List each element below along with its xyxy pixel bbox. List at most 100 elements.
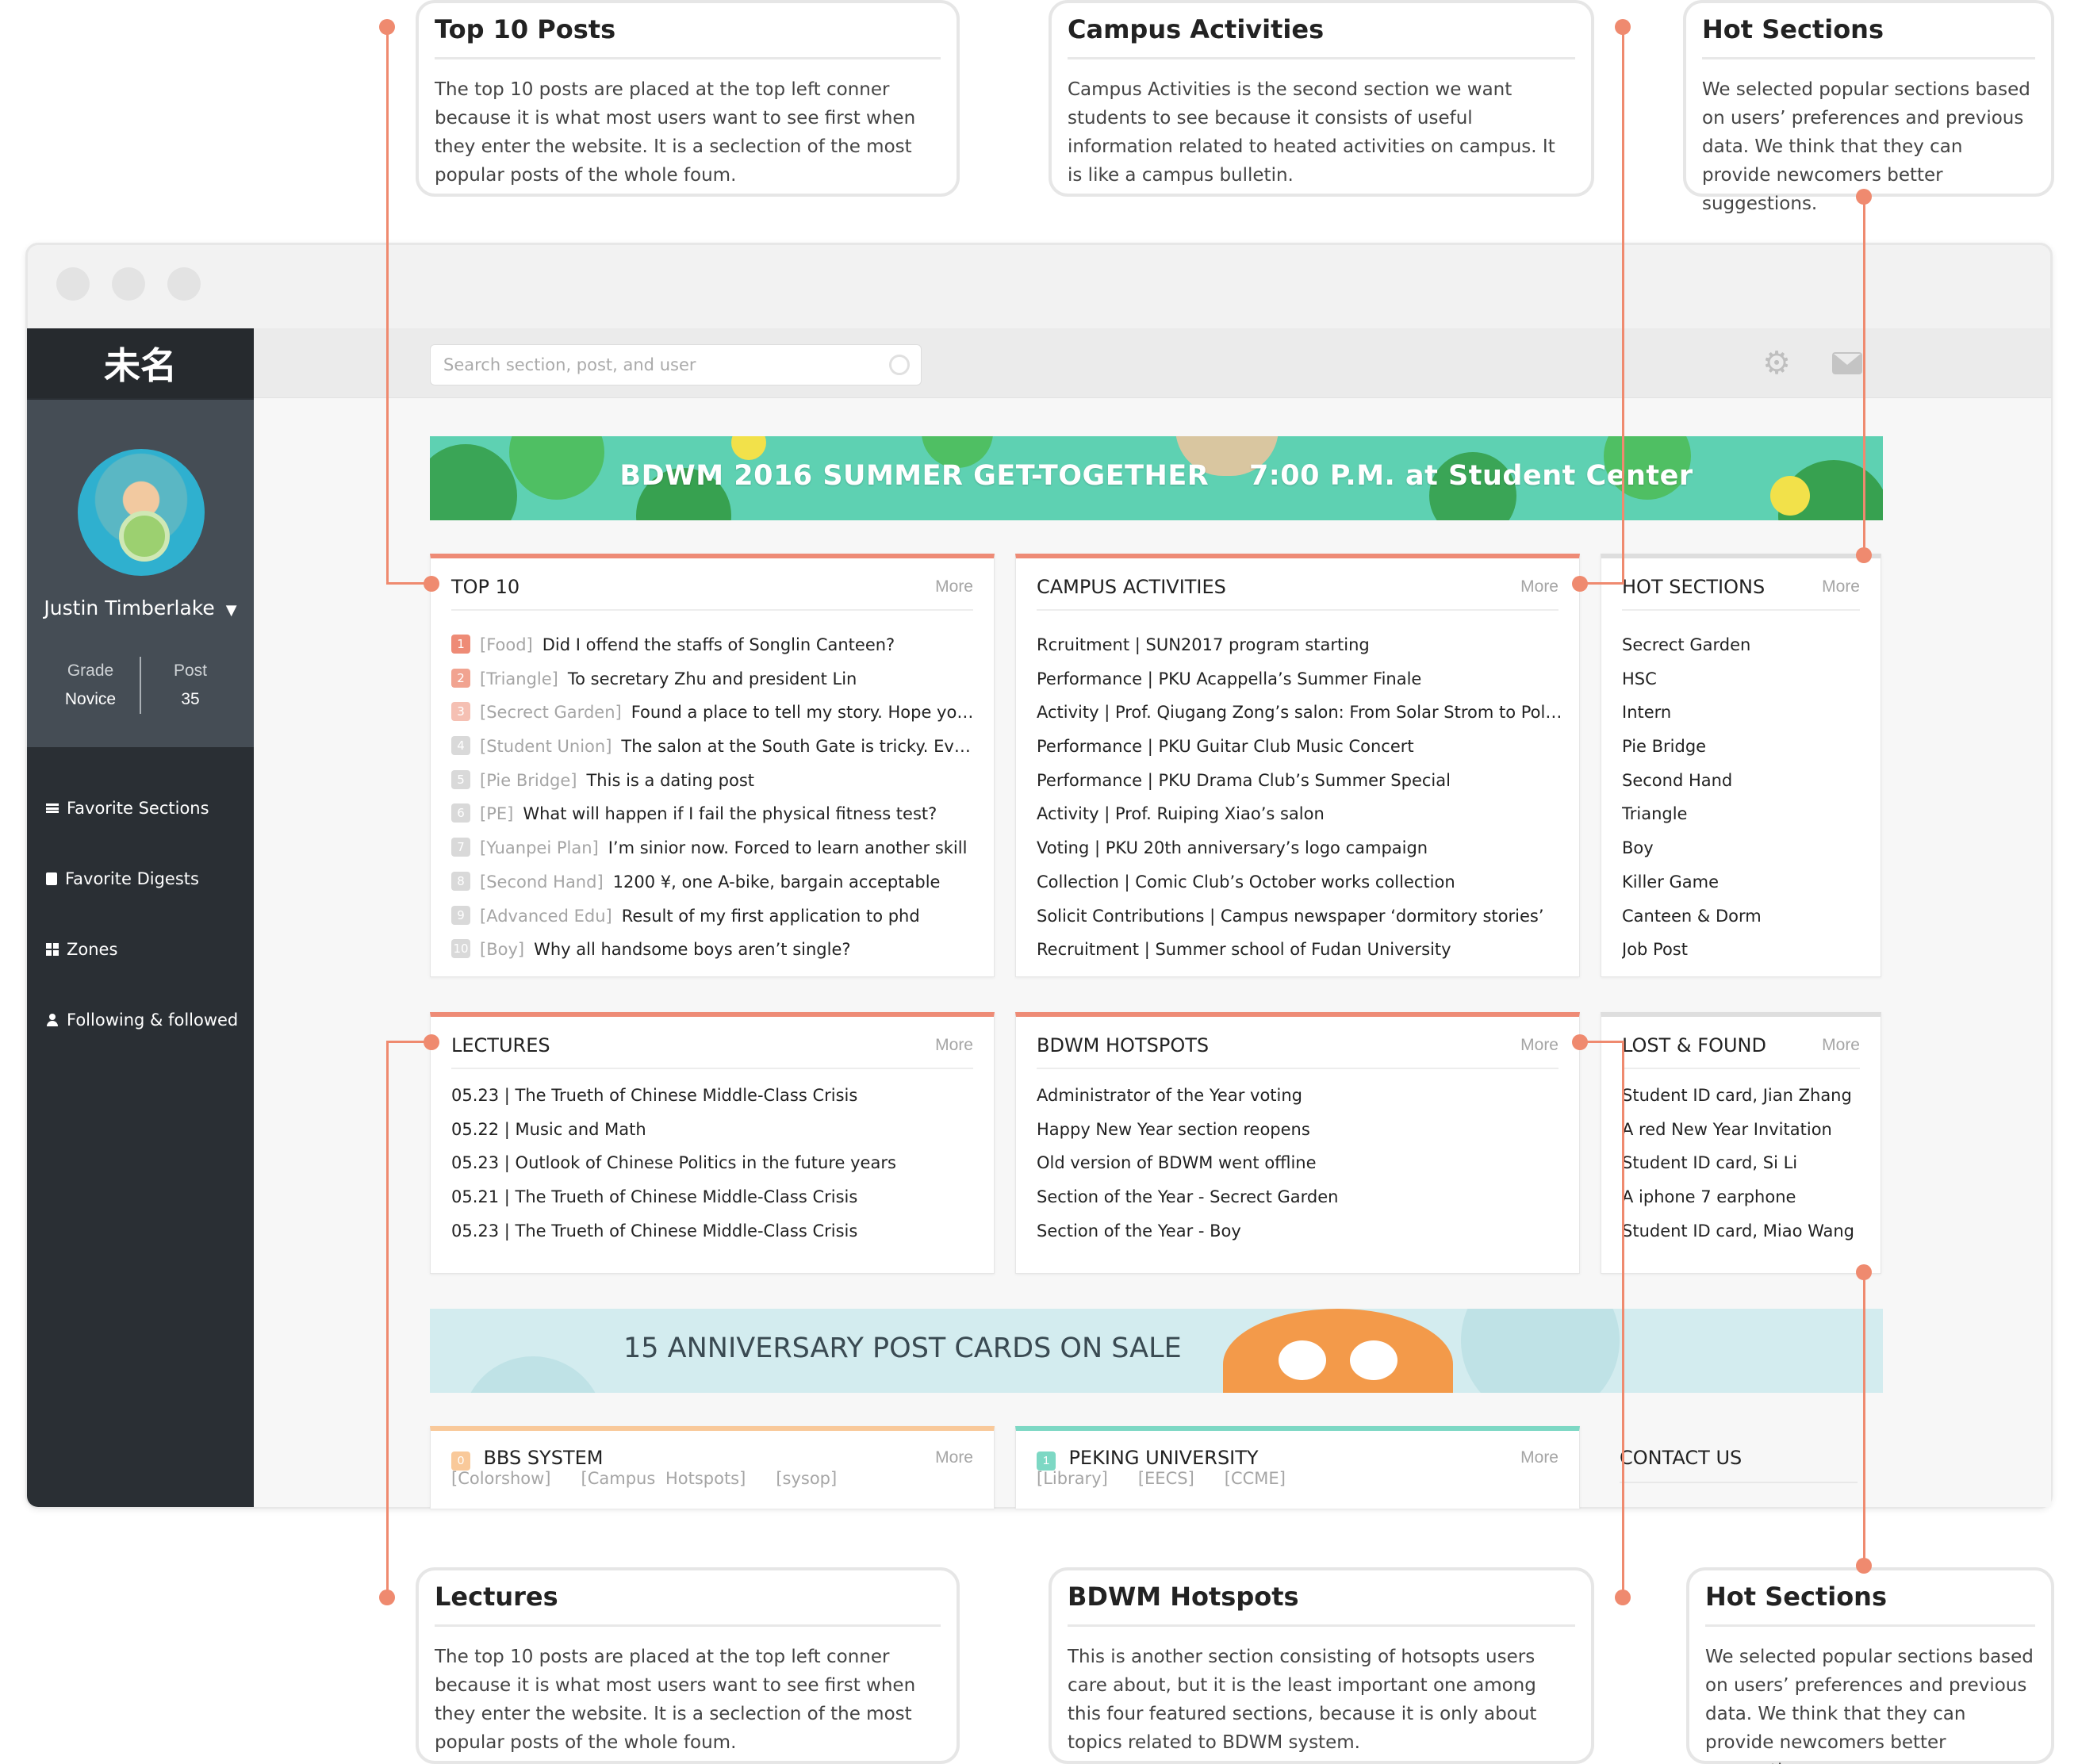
search-icon[interactable] xyxy=(889,355,910,375)
gear-icon[interactable]: ⚙ xyxy=(1761,347,1792,379)
section-tag[interactable]: [Triangle] xyxy=(480,669,558,688)
hot-section-item[interactable]: Boy xyxy=(1622,831,1865,865)
campus-item[interactable]: Recruitment | Summer school of Fudan Uni… xyxy=(1037,933,1563,967)
hotspot-item[interactable]: Old version of BDWM went offline xyxy=(1037,1146,1563,1180)
bbs-links[interactable]: [Colorshow] [Campus Hotspots] [sysop] xyxy=(451,1469,837,1488)
hot-section-item[interactable]: Killer Game xyxy=(1622,865,1865,899)
site-logo[interactable]: 未名 xyxy=(27,328,254,398)
hotspot-item[interactable]: Section of the Year - Secrect Garden xyxy=(1037,1180,1563,1214)
hotspot-item[interactable]: Administrator of the Year voting xyxy=(1037,1079,1563,1113)
campus-item[interactable]: Activity | Prof. Qiugang Zong’s salon: F… xyxy=(1037,696,1563,730)
post-title[interactable]: What will happen if I fail the physical … xyxy=(523,804,937,823)
campus-item[interactable]: Collection | Comic Club’s October works … xyxy=(1037,865,1563,899)
section-tag[interactable]: [Student Union] xyxy=(480,737,612,756)
post-title[interactable]: Did I offend the staffs of Songlin Cante… xyxy=(543,635,895,654)
post-title[interactable]: I’m sinior now. Forced to learn another … xyxy=(608,838,968,857)
hotspot-item[interactable]: Section of the Year - Boy xyxy=(1037,1214,1563,1248)
lost-found-item[interactable]: A red New Year Invitation xyxy=(1622,1113,1865,1147)
mail-icon[interactable] xyxy=(1832,352,1862,374)
window-maximize-button[interactable] xyxy=(167,267,201,301)
lost-found-item[interactable]: Student ID card, Jian Zhang xyxy=(1622,1079,1865,1113)
lost-found-item[interactable]: A iphone 7 earphone xyxy=(1622,1180,1865,1214)
section-tag[interactable]: [Yuanpei Plan] xyxy=(480,838,599,857)
top10-item[interactable]: 1 [Food] Did I offend the staffs of Songli… xyxy=(451,628,978,662)
more-link[interactable]: More xyxy=(1822,1031,1860,1060)
post-title[interactable]: The salon at the South Gate is tricky. E… xyxy=(621,737,978,756)
section-tag[interactable]: [Advanced Edu] xyxy=(480,907,612,926)
section-tag[interactable]: [Food] xyxy=(480,635,533,654)
top10-item[interactable]: 3 [Secrect Garden] Found a place to tell m… xyxy=(451,696,978,730)
window-close-button[interactable] xyxy=(56,267,90,301)
sidebar-item-following[interactable]: Following & followed xyxy=(27,984,254,1055)
contact-us[interactable]: CONTACT US xyxy=(1620,1444,1858,1483)
panel-title: BDWM HOTSPOTS xyxy=(1037,1034,1210,1056)
hot-section-item[interactable]: Job Post xyxy=(1622,933,1865,967)
top10-item[interactable]: 10 [Boy] Why all handsome boys aren’t sing… xyxy=(451,933,978,967)
user-name-dropdown[interactable]: Justin Timberlake ▼ xyxy=(27,596,254,619)
post-title[interactable]: This is a dating post xyxy=(586,771,754,790)
campus-item[interactable]: Rcruitment | SUN2017 program starting xyxy=(1037,628,1563,662)
avatar[interactable] xyxy=(78,449,205,576)
lost-found-item[interactable]: Student ID card, Miao Wang xyxy=(1622,1214,1865,1248)
top10-item[interactable]: 6 [PE] What will happen if I fail the phys… xyxy=(451,797,978,831)
bdwm-hotspots-panel: BDWM HOTSPOTS More Administrator of the … xyxy=(1015,1012,1580,1274)
post-title[interactable]: Why all handsome boys aren’t single? xyxy=(534,940,850,959)
campus-item[interactable]: Performance | PKU Guitar Club Music Conc… xyxy=(1037,730,1563,764)
hot-section-item[interactable]: Intern xyxy=(1622,696,1865,730)
section-tag[interactable]: [Second Hand] xyxy=(480,872,604,892)
section-tag[interactable]: [Boy] xyxy=(480,940,524,959)
top10-item[interactable]: 5 [Pie Bridge] This is a dating post xyxy=(451,764,978,798)
hot-section-item[interactable]: Second Hand xyxy=(1622,764,1865,798)
section-tag[interactable]: [Secrect Garden] xyxy=(480,703,622,722)
lecture-item[interactable]: 05.22 | Music and Math xyxy=(451,1113,978,1147)
lost-found-item[interactable]: Student ID card, Si Li xyxy=(1622,1146,1865,1180)
lecture-item[interactable]: 05.23 | The Trueth of Chinese Middle-Cla… xyxy=(451,1079,978,1113)
section-tag[interactable]: [Pie Bridge] xyxy=(480,771,577,790)
more-link[interactable]: More xyxy=(1520,573,1558,601)
more-link[interactable]: More xyxy=(1520,1031,1558,1060)
hot-section-item[interactable]: Canteen & Dorm xyxy=(1622,899,1865,934)
top10-item[interactable]: 2 [Triangle] To secretary Zhu and presiden… xyxy=(451,662,978,696)
lecture-item[interactable]: 05.21 | The Trueth of Chinese Middle-Cla… xyxy=(451,1180,978,1214)
hot-section-item[interactable]: HSC xyxy=(1622,662,1865,696)
panel-header: CAMPUS ACTIVITIES More xyxy=(1037,573,1558,611)
hot-section-item[interactable]: Secrect Garden xyxy=(1622,628,1865,662)
hot-section-item[interactable]: Triangle xyxy=(1622,797,1865,831)
panel-header: LOST & FOUND More xyxy=(1622,1031,1860,1069)
top10-item[interactable]: 9 [Advanced Edu] Result of my first applic… xyxy=(451,899,978,934)
hot-section-item[interactable]: Pie Bridge xyxy=(1622,730,1865,764)
sidebar-item-favorite-digests[interactable]: Favorite Digests xyxy=(27,843,254,914)
lecture-item[interactable]: 05.23 | Outlook of Chinese Politics in t… xyxy=(451,1146,978,1180)
section-tag[interactable]: [PE] xyxy=(480,804,513,823)
pku-links[interactable]: [Library] [EECS] [CCME] xyxy=(1037,1469,1286,1488)
post-title[interactable]: Result of my first application to phd xyxy=(622,907,920,926)
lecture-item[interactable]: 05.23 | The Trueth of Chinese Middle-Cla… xyxy=(451,1214,978,1248)
more-link[interactable]: More xyxy=(935,1031,973,1060)
post-title[interactable]: Found a place to tell my story. Hope you… xyxy=(631,703,978,722)
top10-item[interactable]: 4 [Student Union] The salon at the South G… xyxy=(451,730,978,764)
post-title[interactable]: 1200 ¥, one A-bike, bargain acceptable xyxy=(613,872,941,892)
campus-item[interactable]: Voting | PKU 20th anniversary’s logo cam… xyxy=(1037,831,1563,865)
sidebar-item-label: Favorite Sections xyxy=(67,798,209,818)
search-input[interactable]: Search section, post, and user xyxy=(430,344,922,385)
campus-item[interactable]: Performance | PKU Acappella’s Summer Fin… xyxy=(1037,662,1563,696)
connector-dot xyxy=(379,1590,395,1605)
top10-item[interactable]: 7 [Yuanpei Plan] I’m sinior now. Forced to… xyxy=(451,831,978,865)
more-link[interactable]: More xyxy=(935,1444,973,1472)
more-link[interactable]: More xyxy=(935,573,973,601)
sidebar-item-favorite-sections[interactable]: Favorite Sections xyxy=(27,773,254,843)
hotspot-item[interactable]: Happy New Year section reopens xyxy=(1037,1113,1563,1147)
campus-item[interactable]: Solicit Contributions | Campus newspaper… xyxy=(1037,899,1563,934)
more-link[interactable]: More xyxy=(1520,1444,1558,1472)
campus-item[interactable]: Performance | PKU Drama Club’s Summer Sp… xyxy=(1037,764,1563,798)
connector-line xyxy=(1622,1041,1624,1597)
postcard-banner[interactable]: 15 ANNIVERSARY POST CARDS ON SALE xyxy=(430,1309,1883,1393)
event-banner[interactable]: BDWM 2016 SUMMER GET-TOGETHER 7:00 P.M. … xyxy=(430,436,1883,520)
more-link[interactable]: More xyxy=(1822,573,1860,601)
post-title[interactable]: To secretary Zhu and president Lin xyxy=(568,669,857,688)
window-minimize-button[interactable] xyxy=(112,267,145,301)
top10-item[interactable]: 8 [Second Hand] 1200 ¥, one A-bike, bargai… xyxy=(451,865,978,899)
sidebar-item-zones[interactable]: Zones xyxy=(27,914,254,984)
campus-item[interactable]: Activity | Prof. Ruiping Xiao’s salon xyxy=(1037,797,1563,831)
campus-list: Rcruitment | SUN2017 program starting Per… xyxy=(1037,628,1563,967)
